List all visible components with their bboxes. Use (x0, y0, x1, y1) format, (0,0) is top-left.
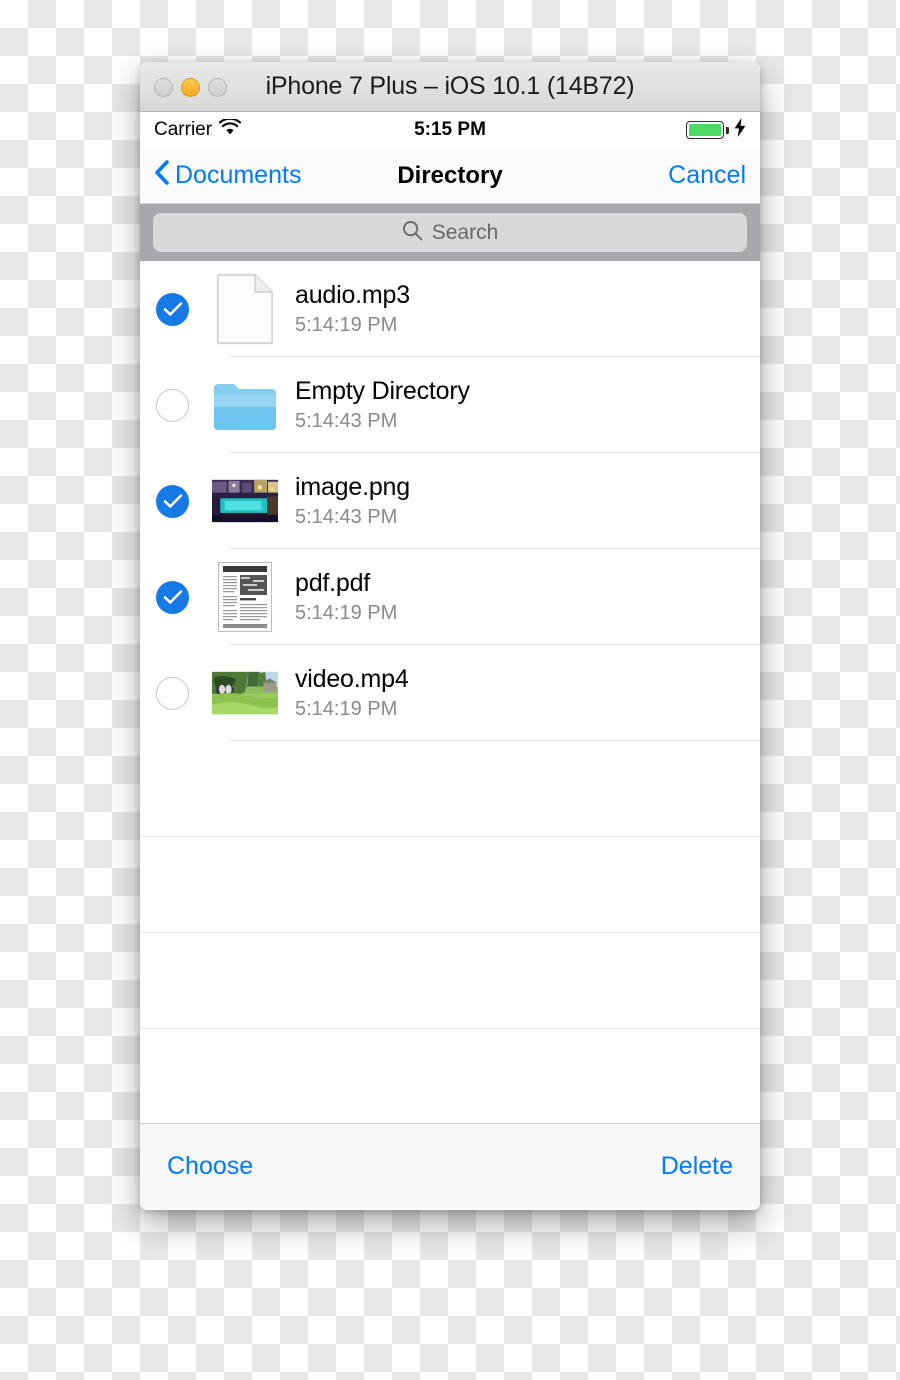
window-titlebar: iPhone 7 Plus – iOS 10.1 (14B72) (140, 62, 760, 112)
battery-indicator (686, 118, 746, 142)
list-item-text: pdf.pdf 5:14:19 PM (295, 569, 397, 625)
file-name: image.png (295, 473, 410, 501)
list-item[interactable]: audio.mp3 5:14:19 PM (140, 261, 760, 357)
image-thumbnail (212, 468, 278, 534)
empty-list-row (140, 1029, 760, 1123)
pdf-page-thumbnail (212, 562, 278, 632)
list-item-text: Empty Directory 5:14:43 PM (295, 377, 470, 433)
battery-full-icon (686, 121, 724, 139)
file-timestamp: 5:14:43 PM (295, 410, 398, 432)
traffic-lights (154, 62, 227, 112)
file-name: video.mp4 (295, 665, 409, 693)
choose-button[interactable]: Choose (167, 1152, 253, 1181)
window-title: iPhone 7 Plus – iOS 10.1 (14B72) (265, 72, 635, 100)
simulator-window: iPhone 7 Plus – iOS 10.1 (14B72) Carrier… (140, 62, 760, 1210)
checkbox-checked[interactable] (156, 484, 189, 518)
chevron-left-icon (154, 159, 169, 192)
maximize-button[interactable] (208, 77, 227, 97)
empty-list-row (140, 837, 760, 933)
folder-icon (212, 372, 278, 438)
checkbox-unchecked[interactable] (156, 676, 189, 710)
search-input[interactable]: Search (153, 213, 747, 252)
file-timestamp: 5:14:19 PM (295, 698, 398, 720)
list-item[interactable]: Empty Directory 5:14:43 PM (140, 357, 760, 453)
delete-button[interactable]: Delete (661, 1152, 733, 1181)
carrier-label: Carrier (154, 119, 213, 140)
search-placeholder: Search (431, 220, 499, 244)
search-icon (402, 220, 423, 246)
checkbox-unchecked[interactable] (156, 388, 189, 422)
battery-cap (726, 126, 729, 134)
video-thumbnail (212, 660, 278, 726)
file-timestamp: 5:14:19 PM (295, 602, 398, 624)
cancel-button[interactable]: Cancel (668, 161, 746, 190)
file-list[interactable]: audio.mp3 5:14:19 PM Empty Directory 5:1… (140, 261, 760, 1123)
wifi-icon (218, 117, 242, 142)
list-item[interactable]: pdf.pdf 5:14:19 PM (140, 549, 760, 645)
empty-list-row (140, 741, 760, 837)
file-name: audio.mp3 (295, 281, 410, 309)
file-name: Empty Directory (295, 377, 470, 405)
back-button-label: Documents (175, 161, 302, 189)
file-timestamp: 5:14:43 PM (295, 506, 398, 528)
file-timestamp: 5:14:19 PM (295, 314, 398, 336)
back-button[interactable]: Documents (154, 159, 302, 192)
list-item-text: video.mp4 5:14:19 PM (295, 665, 409, 721)
file-name: pdf.pdf (295, 569, 371, 597)
ios-status-bar: Carrier 5:15 PM (140, 112, 760, 148)
carrier-group: Carrier (154, 117, 242, 142)
list-item-text: audio.mp3 5:14:19 PM (295, 281, 410, 337)
checkbox-checked[interactable] (156, 580, 189, 614)
minimize-button[interactable] (181, 77, 200, 97)
ios-navigation-bar: Documents Directory Cancel (140, 148, 760, 204)
lightning-bolt-icon (734, 118, 746, 142)
list-item[interactable]: video.mp4 5:14:19 PM (140, 645, 760, 741)
checkbox-checked[interactable] (156, 292, 189, 326)
list-item[interactable]: image.png 5:14:43 PM (140, 453, 760, 549)
bottom-toolbar: Choose Delete (140, 1123, 760, 1209)
close-button[interactable] (154, 77, 173, 97)
empty-list-row (140, 933, 760, 1029)
list-item-text: image.png 5:14:43 PM (295, 473, 410, 529)
search-bar-container: Search (140, 204, 760, 261)
generic-document-icon (212, 274, 278, 344)
